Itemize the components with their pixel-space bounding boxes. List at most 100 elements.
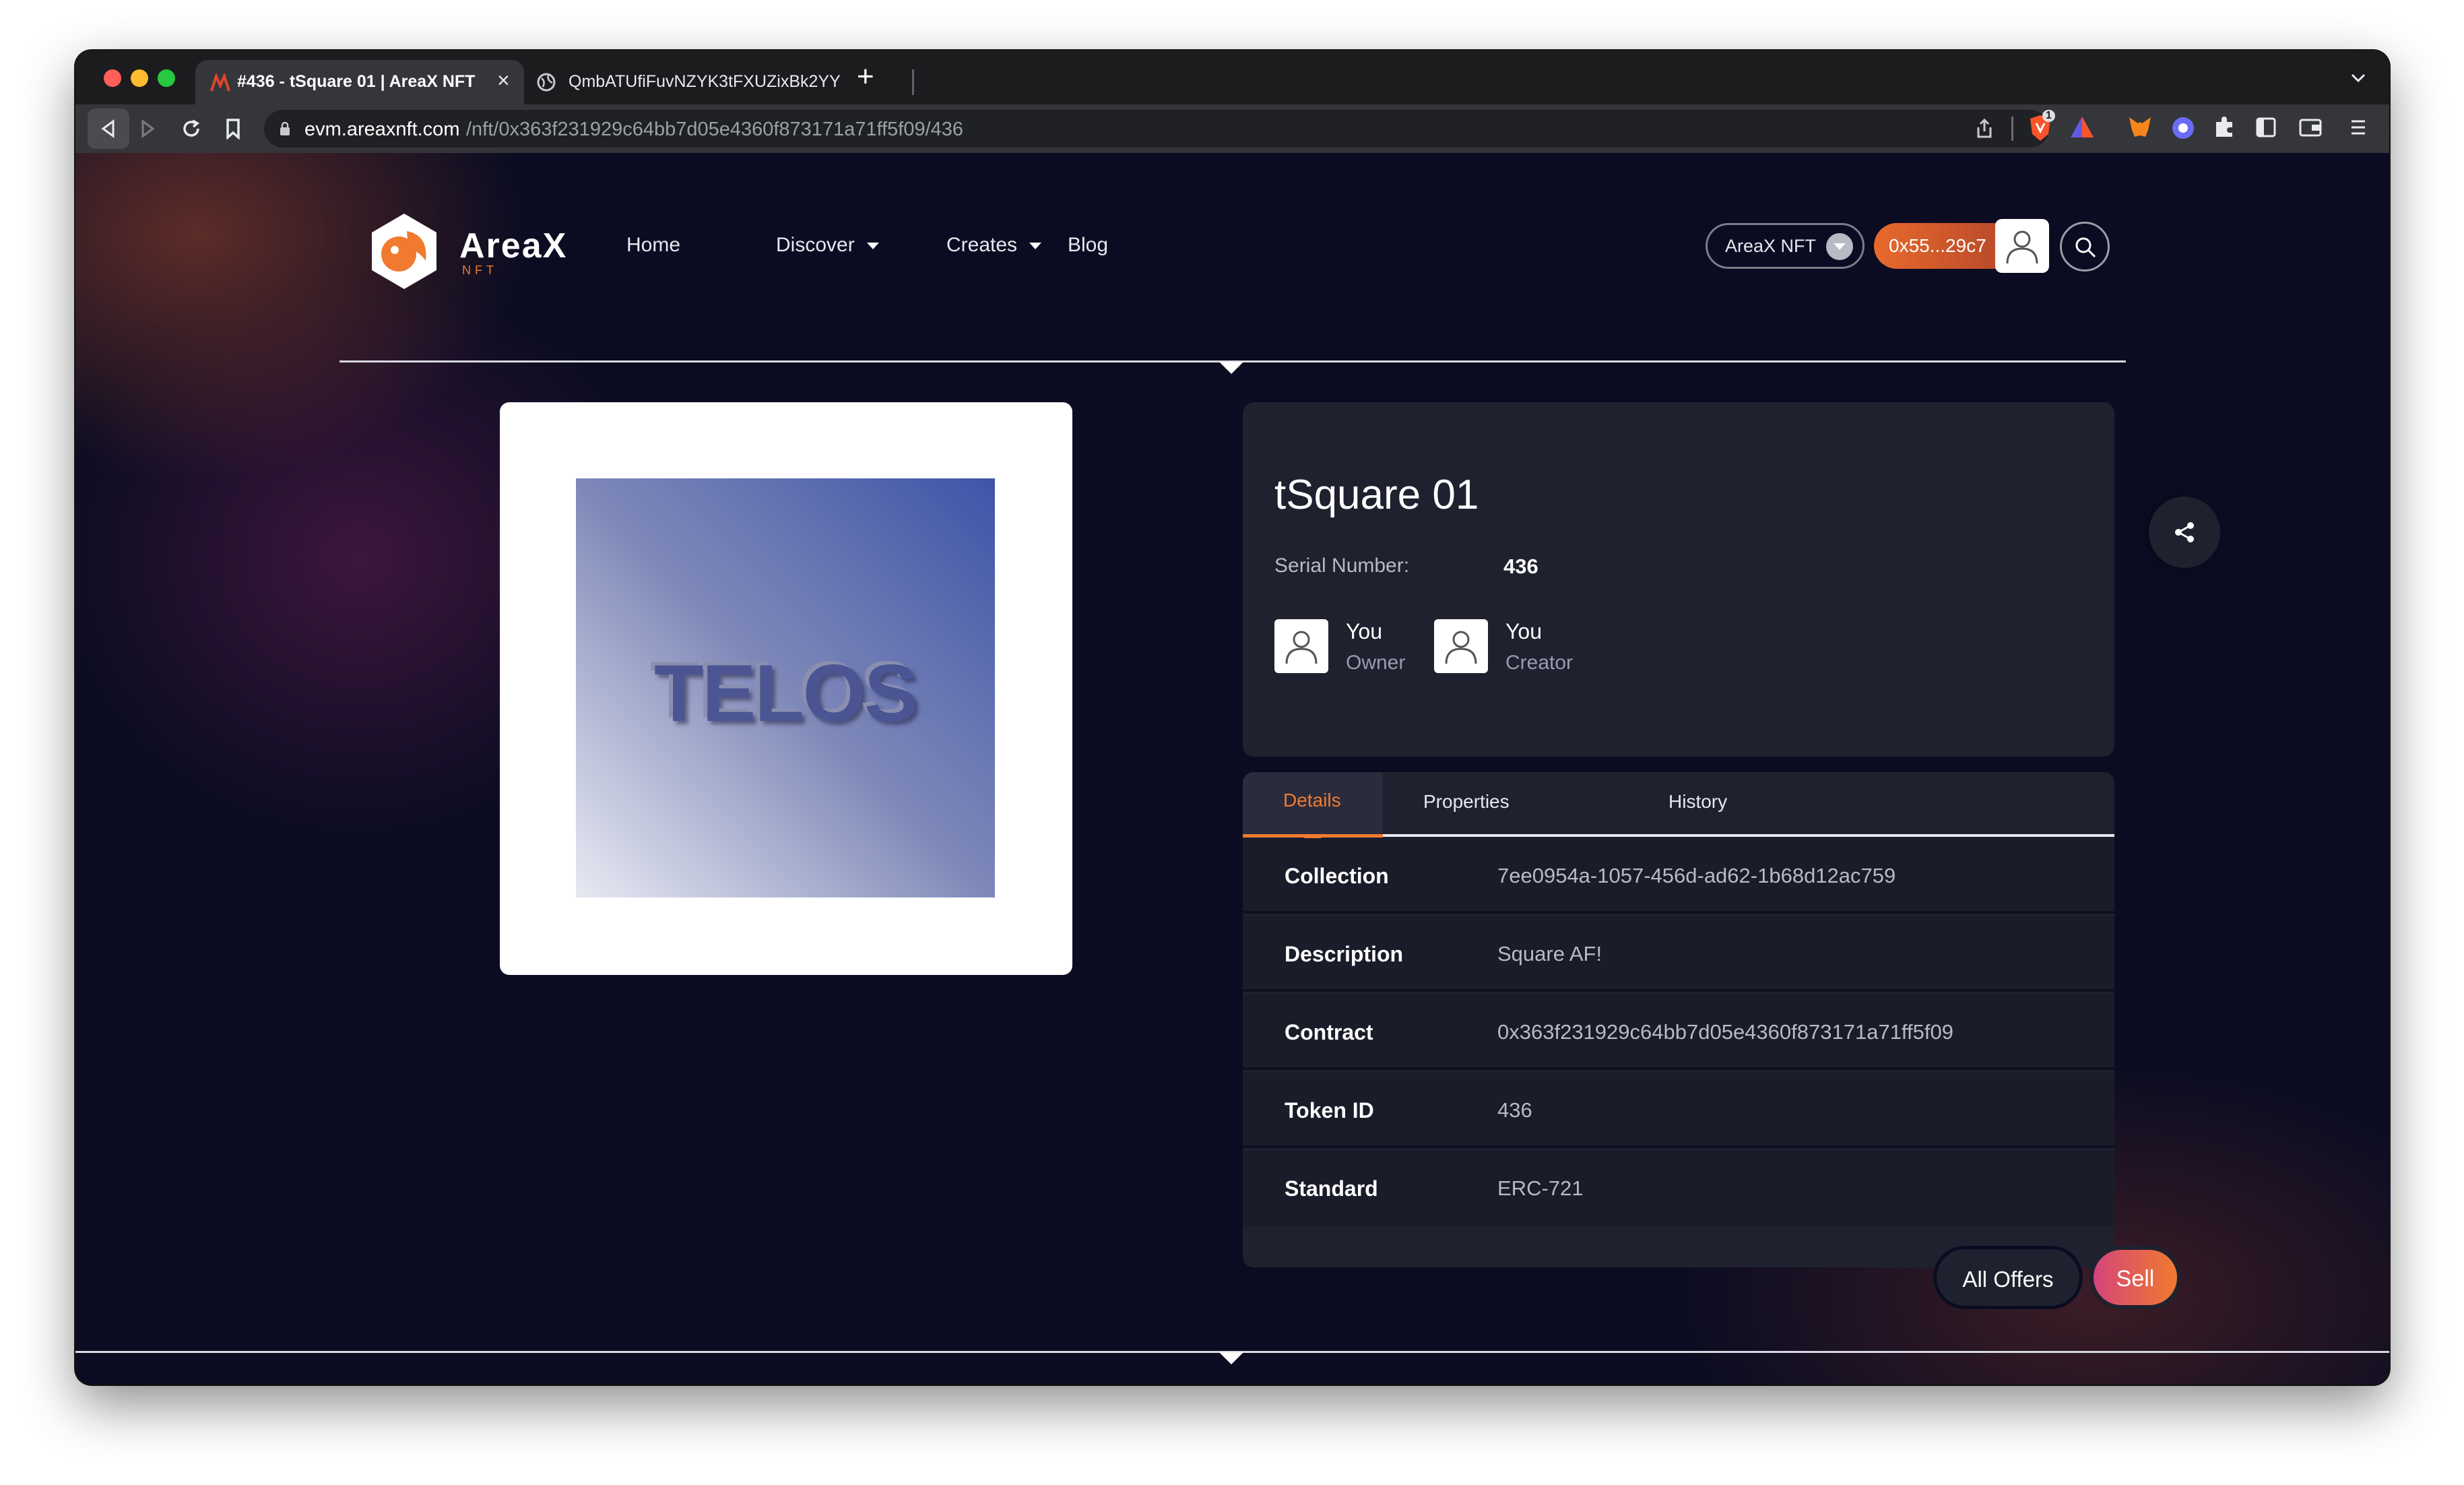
serial-value: 436 (1503, 555, 1538, 578)
browser-window: #436 - tSquare 01 | AreaX NFT × QmbATUfi… (75, 51, 2389, 1385)
nft-info-card: tSquare 01 Serial Number: 436 You Owner … (1243, 402, 2114, 757)
detail-key: Token ID (1285, 1098, 1374, 1123)
all-offers-button[interactable]: All Offers (1933, 1246, 2083, 1309)
network-selector[interactable]: AreaX NFT (1706, 223, 1865, 269)
owner-avatar[interactable] (1274, 619, 1328, 673)
share-icon (2175, 522, 2194, 542)
nav-blog[interactable]: Blog (1068, 234, 1108, 257)
nft-image-frame[interactable]: TELOS (500, 402, 1072, 975)
search-button[interactable] (2060, 222, 2110, 272)
logo-text: AreaX (459, 226, 568, 265)
owner-role: Owner (1346, 652, 1406, 674)
tab-properties[interactable]: Properties (1423, 791, 1510, 813)
logo-subtext: NFT (462, 263, 498, 277)
tab-bar: #436 - tSquare 01 | AreaX NFT × QmbATUfi… (75, 51, 2389, 104)
areax-logo[interactable]: AreaX NFT (364, 211, 573, 292)
wallet-icon[interactable] (2298, 117, 2323, 138)
nav-creates-label: Creates (946, 234, 1018, 256)
creator-role: Creator (1505, 652, 1574, 674)
sell-button[interactable]: Sell (2089, 1246, 2181, 1309)
network-label: AreaX NFT (1725, 236, 1817, 256)
chevron-down-icon (1826, 233, 1853, 260)
wallet-address: 0x55...29c7 (1889, 235, 1986, 256)
divider-arrow-icon (1219, 362, 1243, 374)
nft-image-text: TELOS (653, 648, 918, 738)
metamask-icon[interactable] (2127, 115, 2153, 139)
browser-toolbar: evm.areaxnft.com /nft/0x363f231929c64bb7… (75, 104, 2389, 153)
puzzle-icon[interactable] (2212, 115, 2236, 139)
address-bar[interactable]: evm.areaxnft.com /nft/0x363f231929c64bb7… (264, 110, 2049, 148)
brave-shield-icon[interactable]: 1 (2028, 110, 2055, 146)
back-button[interactable] (88, 108, 129, 149)
detail-key: Standard (1285, 1176, 1378, 1201)
browser-chrome: #436 - tSquare 01 | AreaX NFT × QmbATUfi… (75, 51, 2389, 153)
lock-icon (280, 121, 290, 135)
areax-favicon-icon (210, 73, 230, 92)
brave-rewards-icon[interactable] (2069, 115, 2095, 139)
account-avatar[interactable] (1995, 219, 2049, 273)
detail-row-collection: Collection 7ee0954a-1057-456d-ad62-1b68d… (1243, 838, 2114, 914)
close-window-button[interactable] (104, 69, 121, 87)
nav-discover[interactable]: Discover (776, 234, 879, 257)
detail-value: ERC-721 (1497, 1176, 1584, 1200)
bookmark-icon[interactable] (225, 118, 241, 139)
tab-title: #436 - tSquare 01 | AreaX NFT (237, 72, 476, 91)
areax-logo-icon (372, 214, 436, 289)
tab-history[interactable]: History (1668, 791, 1727, 813)
tab-underline (1383, 834, 2114, 837)
owner-name[interactable]: You (1346, 619, 1382, 644)
nft-title: tSquare 01 (1274, 472, 1479, 518)
menu-icon[interactable] (2349, 118, 2367, 137)
detail-value: 0x363f231929c64bb7d05e4360f873171a71ff5f… (1497, 1020, 1953, 1044)
url-path: /nft/0x363f231929c64bb7d05e4360f873171a7… (466, 119, 964, 140)
forward-arrow-icon[interactable] (139, 119, 156, 138)
user-icon (1285, 631, 1318, 664)
caret-down-icon (866, 243, 879, 250)
user-icon (2006, 230, 2038, 264)
tab-active[interactable]: #436 - tSquare 01 | AreaX NFT × (195, 60, 524, 104)
detail-key: Collection (1285, 864, 1389, 888)
serial-label: Serial Number: (1274, 555, 1410, 577)
tab-title: QmbATUfiFuvNZYK3tFXUZixBk2YY (569, 72, 841, 91)
detail-key: Contract (1285, 1020, 1373, 1044)
detail-value: 7ee0954a-1057-456d-ad62-1b68d12ac759 (1497, 864, 1896, 887)
creator-avatar[interactable] (1434, 619, 1488, 673)
tab-details[interactable]: Details (1243, 772, 1383, 837)
wallet-address-button[interactable]: 0x55...29c7 (1874, 223, 2002, 269)
detail-row-standard: Standard ERC-721 (1243, 1151, 2114, 1226)
sell-label: Sell (2116, 1266, 2155, 1292)
chevron-down-icon[interactable] (2351, 73, 2366, 83)
reload-icon[interactable] (181, 118, 202, 139)
new-tab-button[interactable]: + (857, 62, 874, 92)
all-offers-label: All Offers (1962, 1267, 2054, 1292)
minimize-window-button[interactable] (131, 69, 148, 87)
nav-creates[interactable]: Creates (946, 234, 1042, 257)
details-card: Details Properties History Collection 7e… (1243, 772, 2114, 1267)
share-page-icon[interactable] (1975, 118, 1994, 139)
detail-row-contract: Contract 0x363f231929c64bb7d05e4360f8731… (1243, 994, 2114, 1070)
back-arrow-icon (101, 119, 115, 138)
detail-value: 436 (1497, 1098, 1532, 1122)
detail-row-description: Description Square AF! (1243, 916, 2114, 992)
user-icon (1445, 631, 1477, 664)
page-content: AreaX NFT Home Discover Creates Blog Are… (75, 153, 2389, 1385)
search-icon (2075, 237, 2096, 258)
detail-row-token-id: Token ID 436 (1243, 1073, 2114, 1148)
shield-badge: 1 (2042, 110, 2055, 122)
sidebar-icon[interactable] (2255, 117, 2277, 138)
share-button[interactable] (2149, 497, 2220, 568)
creator-name[interactable]: You (1505, 619, 1542, 644)
tab-details-label: Details (1283, 790, 1341, 811)
nav-discover-label: Discover (776, 234, 855, 256)
maximize-window-button[interactable] (158, 69, 175, 87)
detail-value: Square AF! (1497, 942, 1602, 966)
extension-icon[interactable] (2170, 115, 2196, 141)
nft-image: TELOS (576, 478, 995, 897)
nav-home[interactable]: Home (626, 234, 680, 257)
tab-divider (912, 69, 914, 95)
tab-close-icon[interactable]: × (497, 68, 510, 93)
toolbar-divider (2011, 117, 2013, 141)
divider-arrow-icon (1219, 1352, 1243, 1364)
caret-down-icon (1029, 243, 1042, 250)
url-domain: evm.areaxnft.com (304, 119, 460, 140)
